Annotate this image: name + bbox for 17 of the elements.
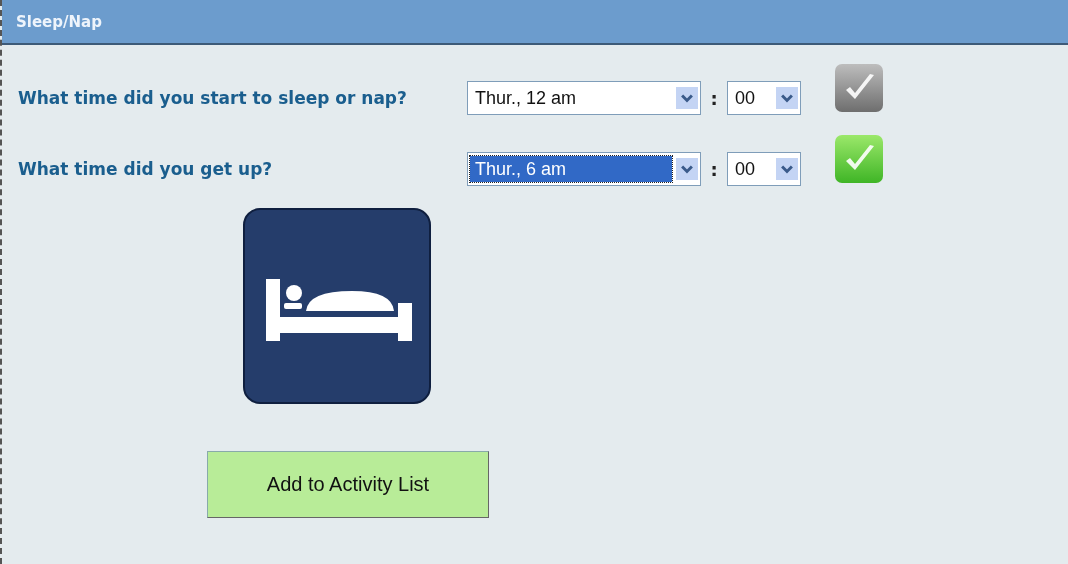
question-label: What time did you start to sleep or nap? [18,87,408,109]
chevron-down-icon [676,85,698,111]
minute-dropdown[interactable]: 00 [727,81,801,115]
hour-dropdown[interactable]: Thur., 6 am [467,152,701,186]
minute-dropdown[interactable]: 00 [727,152,801,186]
chevron-down-icon [776,156,798,182]
panel-title: Sleep/Nap [16,12,102,31]
add-to-list-button[interactable]: Add to Activity List [207,451,489,518]
bed-icon [242,207,434,407]
checkmark-icon[interactable] [834,134,884,184]
question-label: What time did you get up? [18,158,274,180]
hour-dropdown[interactable]: Thur., 12 am [467,81,701,115]
checkmark-icon[interactable] [834,63,884,113]
time-separator: : [709,158,719,180]
time-separator: : [709,87,719,109]
chevron-down-icon [676,156,698,182]
chevron-down-icon [776,85,798,111]
